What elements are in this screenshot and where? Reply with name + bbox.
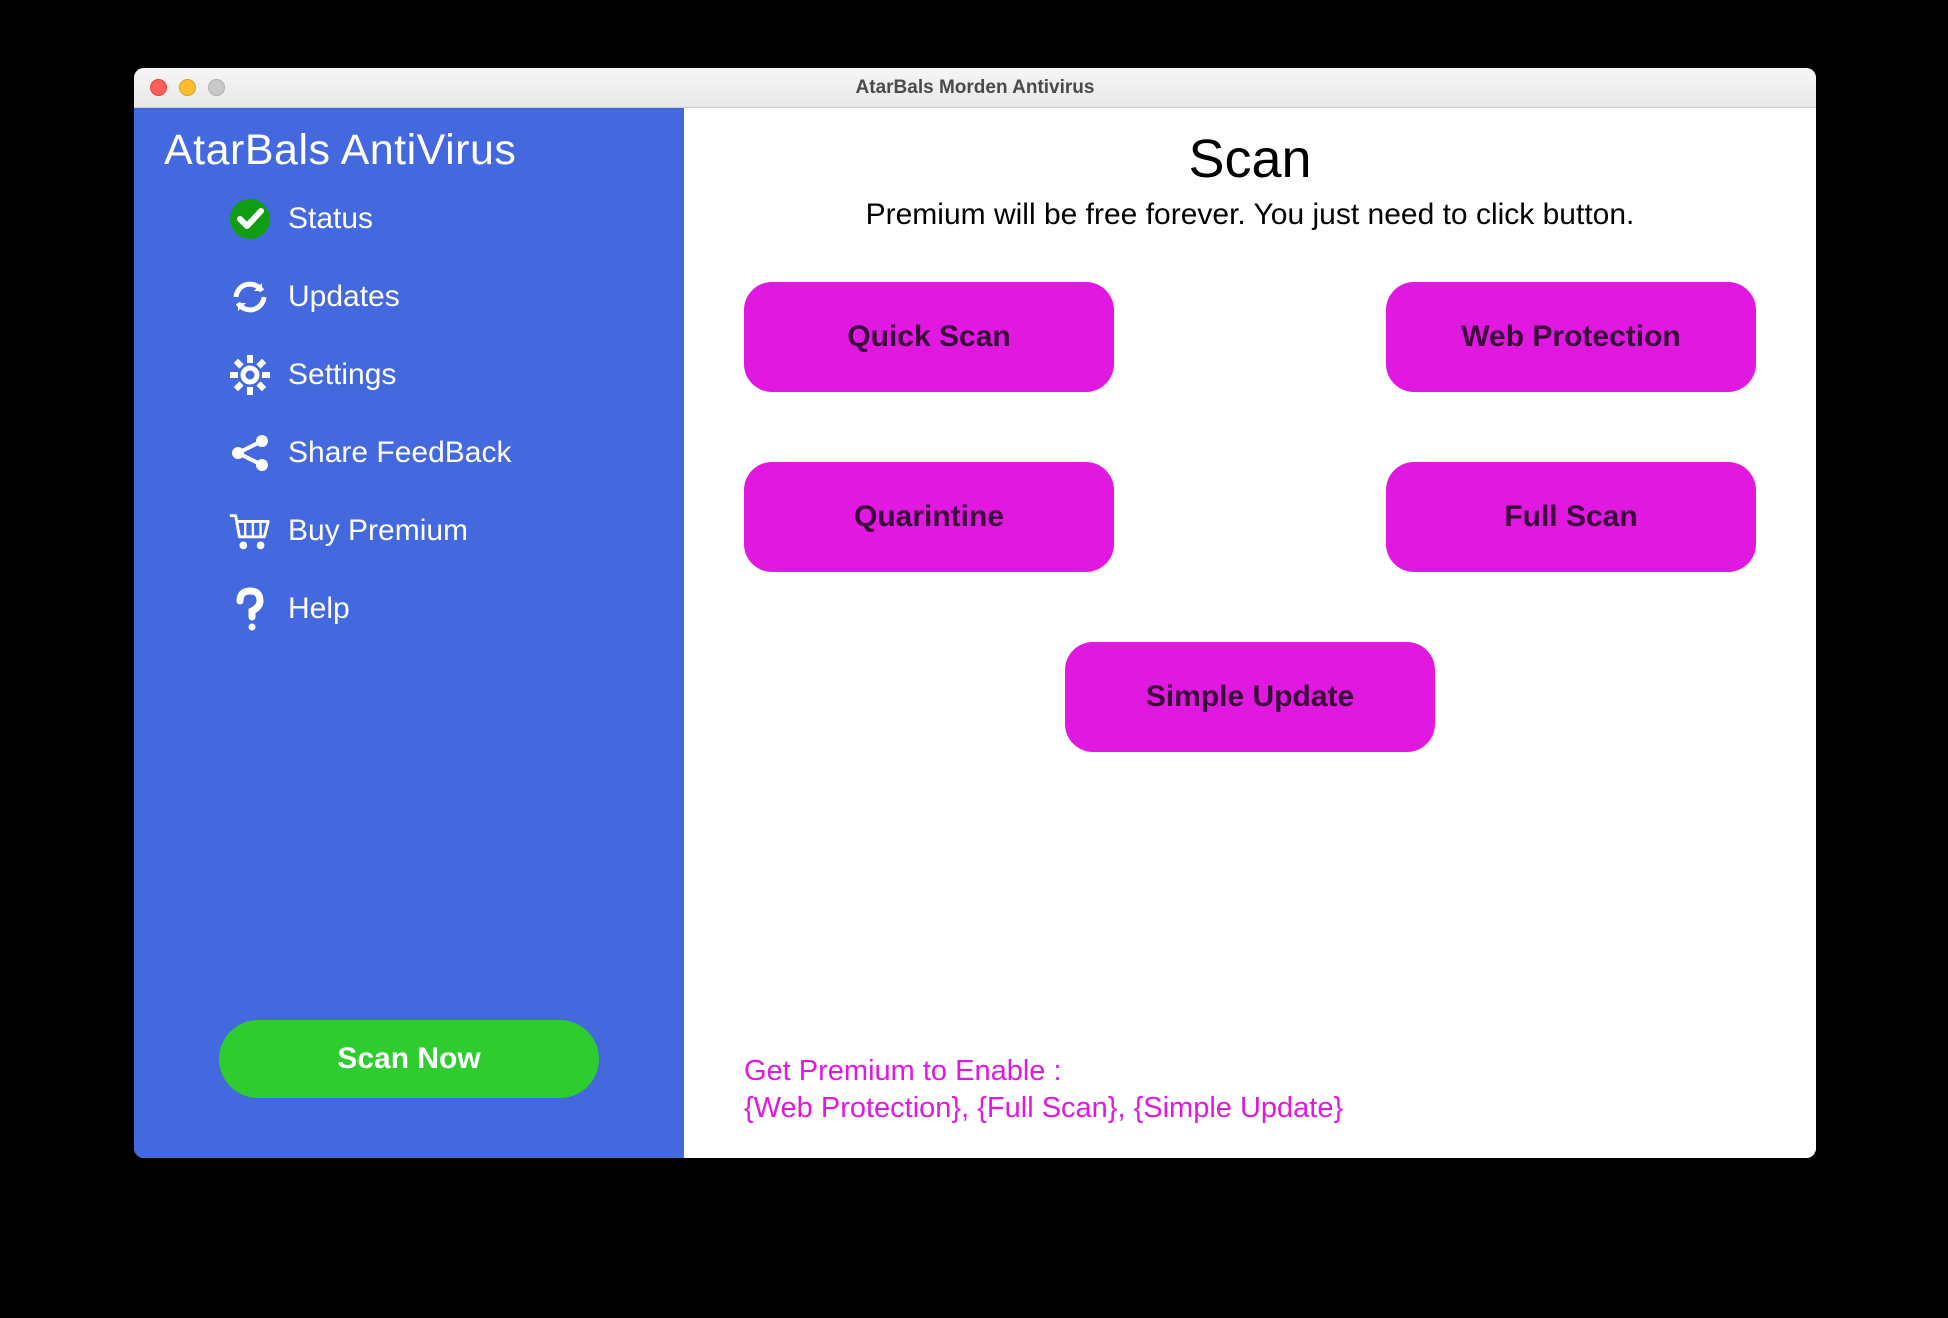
premium-note-line: {Web Protection}, {Full Scan}, {Simple U…: [744, 1090, 1776, 1128]
button-row: Quick Scan Web Protection: [724, 282, 1776, 392]
maximize-button[interactable]: [208, 79, 225, 96]
button-grid: Quick Scan Web Protection Quarintine Ful…: [724, 282, 1776, 752]
main: Scan Premium will be free forever. You j…: [684, 108, 1816, 1158]
sidebar-item-buy-premium[interactable]: Buy Premium: [226, 507, 684, 555]
sidebar-item-label: Status: [288, 202, 373, 236]
quick-scan-button[interactable]: Quick Scan: [744, 282, 1114, 392]
check-circle-icon: [226, 195, 274, 243]
traffic-lights: [134, 79, 225, 96]
premium-note: Get Premium to Enable : {Web Protection}…: [724, 1053, 1776, 1128]
premium-note-line: Get Premium to Enable :: [744, 1053, 1776, 1091]
sidebar-item-status[interactable]: Status: [226, 195, 684, 243]
sidebar-item-share-feedback[interactable]: Share FeedBack: [226, 429, 684, 477]
page-title: Scan: [724, 128, 1776, 190]
nav-items: Status Updates: [134, 195, 684, 633]
simple-update-button[interactable]: Simple Update: [1065, 642, 1435, 752]
window-title: AtarBals Morden Antivirus: [134, 77, 1816, 99]
titlebar: AtarBals Morden Antivirus: [134, 68, 1816, 108]
button-row: Quarintine Full Scan: [724, 462, 1776, 572]
sidebar-item-label: Buy Premium: [288, 514, 468, 548]
close-button[interactable]: [150, 79, 167, 96]
content: AtarBals AntiVirus Status: [134, 108, 1816, 1158]
scan-now-button[interactable]: Scan Now: [219, 1020, 599, 1098]
app-window: AtarBals Morden Antivirus AtarBals AntiV…: [134, 68, 1816, 1158]
sidebar-item-label: Updates: [288, 280, 400, 314]
refresh-icon: [226, 273, 274, 321]
web-protection-button[interactable]: Web Protection: [1386, 282, 1756, 392]
button-row: Simple Update: [724, 642, 1776, 752]
quarantine-button[interactable]: Quarintine: [744, 462, 1114, 572]
sidebar-item-label: Settings: [288, 358, 396, 392]
app-title: AtarBals AntiVirus: [134, 126, 684, 175]
sidebar-item-label: Share FeedBack: [288, 436, 511, 470]
subtitle: Premium will be free forever. You just n…: [724, 198, 1776, 232]
help-icon: [226, 585, 274, 633]
sidebar-item-settings[interactable]: Settings: [226, 351, 684, 399]
sidebar: AtarBals AntiVirus Status: [134, 108, 684, 1158]
cart-icon: [226, 507, 274, 555]
minimize-button[interactable]: [179, 79, 196, 96]
full-scan-button[interactable]: Full Scan: [1386, 462, 1756, 572]
scan-now-wrap: Scan Now: [134, 1020, 684, 1158]
share-icon: [226, 429, 274, 477]
gear-icon: [226, 351, 274, 399]
sidebar-item-updates[interactable]: Updates: [226, 273, 684, 321]
sidebar-item-label: Help: [288, 592, 350, 626]
sidebar-item-help[interactable]: Help: [226, 585, 684, 633]
